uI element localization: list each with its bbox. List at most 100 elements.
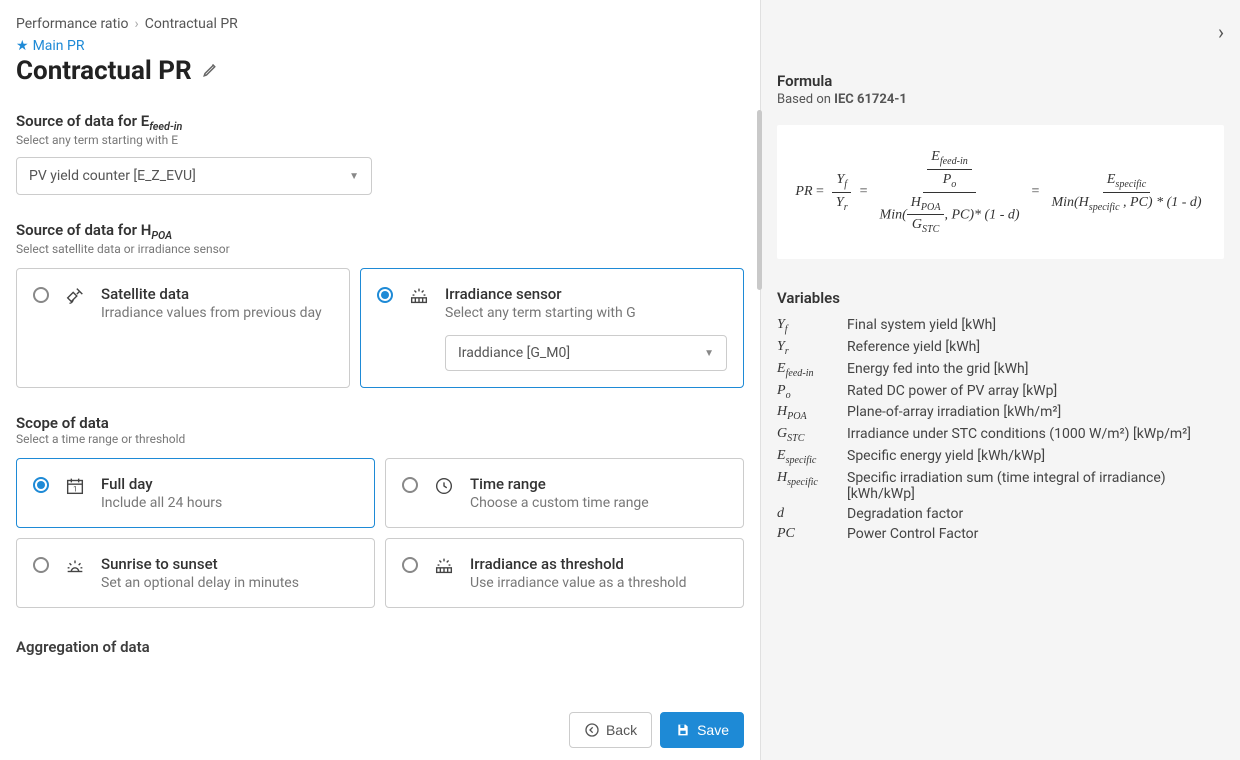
breadcrumb: Performance ratio › Contractual PR (16, 16, 744, 32)
star-icon: ★ (16, 38, 29, 54)
variable-row: EspecificSpecific energy yield [kWh/kWp] (777, 446, 1224, 468)
variable-desc: Reference yield [kWh] (847, 337, 1224, 359)
back-label: Back (606, 722, 637, 738)
irradiance-term-dropdown[interactable]: Iraddiance [G_M0] ▼ (445, 335, 727, 371)
back-arrow-icon (584, 722, 600, 738)
option-title: Full day (101, 475, 358, 493)
irradiance-threshold-icon (432, 555, 456, 577)
satellite-icon (63, 285, 87, 307)
section-hpoa: Source of data for HPOA Select satellite… (16, 221, 744, 388)
option-sunrise-sunset[interactable]: Sunrise to sunset Set an optional delay … (16, 538, 375, 608)
based-on-prefix: Based on (777, 92, 834, 107)
hpoa-label: Source of data for HPOA (16, 221, 744, 242)
variable-desc: Rated DC power of PV array [kWp] (847, 381, 1224, 403)
radio-icon (33, 287, 49, 303)
variable-desc: Specific irradiation sum (time integral … (847, 468, 1224, 504)
breadcrumb-lvl2[interactable]: Contractual PR (145, 16, 238, 32)
efeedin-value: PV yield counter [E_Z_EVU] (29, 168, 196, 184)
variable-row: PoRated DC power of PV array [kWp] (777, 381, 1224, 403)
variable-symbol: PC (777, 524, 847, 544)
irradiance-term-value: Iraddiance [G_M0] (458, 345, 570, 361)
radio-icon (33, 557, 49, 573)
variable-symbol: Efeed-in (777, 359, 847, 381)
section-aggregation-label: Aggregation of data (16, 638, 744, 656)
variable-symbol: Especific (777, 446, 847, 468)
svg-text:1: 1 (73, 485, 77, 494)
hpoa-hint: Select satellite data or irradiance sens… (16, 242, 744, 256)
option-satellite-data[interactable]: Satellite data Irradiance values from pr… (16, 268, 350, 388)
formula-based-on: Based on IEC 61724-1 (777, 92, 1224, 107)
scroll-fade (16, 666, 744, 686)
option-title: Time range (470, 475, 727, 493)
chevron-right-icon[interactable]: › (1218, 20, 1224, 44)
variable-row: HspecificSpecific irradiation sum (time … (777, 468, 1224, 504)
option-sub: Use irradiance value as a threshold (470, 575, 727, 591)
variables-table: YfFinal system yield [kWh]YrReference yi… (777, 315, 1224, 544)
chevron-right-icon: › (135, 16, 139, 32)
variable-symbol: GSTC (777, 424, 847, 446)
radio-icon (377, 287, 393, 303)
variable-desc: Irradiance under STC conditions (1000 W/… (847, 424, 1224, 446)
caret-down-icon: ▼ (704, 348, 714, 359)
variable-symbol: Yf (777, 315, 847, 337)
radio-icon (33, 477, 49, 493)
sunrise-icon (63, 555, 87, 577)
variable-row: YrReference yield [kWh] (777, 337, 1224, 359)
option-time-range[interactable]: Time range Choose a custom time range (385, 458, 744, 528)
variable-row: Efeed-inEnergy fed into the grid [kWh] (777, 359, 1224, 381)
efeedin-label-sub: feed-in (149, 120, 182, 133)
option-title: Sunrise to sunset (101, 555, 358, 573)
variable-row: HPOAPlane-of-array irradiation [kWh/m²] (777, 402, 1224, 424)
formula-display: PR = YfYr = Efeed-inPo Min(HPOAGSTC, PC)… (777, 125, 1224, 259)
scrollbar-thumb[interactable] (757, 110, 762, 290)
variable-symbol: d (777, 504, 847, 524)
option-sub: Select any term starting with G (445, 305, 727, 321)
radio-icon (402, 557, 418, 573)
option-sub: Irradiance values from previous day (101, 305, 333, 321)
option-title: Satellite data (101, 285, 333, 303)
variable-row: GSTCIrradiance under STC conditions (100… (777, 424, 1224, 446)
option-title: Irradiance as threshold (470, 555, 727, 573)
option-sub: Include all 24 hours (101, 495, 358, 511)
main-pr-label: Main PR (33, 38, 85, 54)
variable-row: YfFinal system yield [kWh] (777, 315, 1224, 337)
efeedin-dropdown[interactable]: PV yield counter [E_Z_EVU] ▼ (16, 157, 372, 195)
page-title: Contractual PR (16, 56, 192, 86)
variable-row: dDegradation factor (777, 504, 1224, 524)
variable-symbol: Hspecific (777, 468, 847, 504)
hpoa-label-text: Source of data for H (16, 221, 151, 239)
option-title: Irradiance sensor (445, 285, 727, 303)
option-full-day[interactable]: 1 Full day Include all 24 hours (16, 458, 375, 528)
option-irradiance-threshold[interactable]: Irradiance as threshold Use irradiance v… (385, 538, 744, 608)
save-icon (675, 722, 691, 738)
option-sub: Choose a custom time range (470, 495, 727, 511)
based-on-standard: IEC 61724-1 (834, 92, 907, 107)
variable-desc: Final system yield [kWh] (847, 315, 1224, 337)
main-pr-badge[interactable]: ★ Main PR (16, 38, 744, 54)
calendar-day-icon: 1 (63, 475, 87, 497)
variable-desc: Specific energy yield [kWh/kWp] (847, 446, 1224, 468)
irradiance-sensor-icon (407, 285, 431, 307)
efeedin-label-text: Source of data for E (16, 112, 149, 130)
section-efeedin: Source of data for Efeed-in Select any t… (16, 112, 744, 195)
back-button[interactable]: Back (569, 712, 652, 748)
variable-symbol: Yr (777, 337, 847, 359)
radio-icon (402, 477, 418, 493)
section-scope: Scope of data Select a time range or thr… (16, 414, 744, 608)
variable-desc: Degradation factor (847, 504, 1224, 524)
variable-desc: Plane-of-array irradiation [kWh/m²] (847, 402, 1224, 424)
efeedin-hint: Select any term starting with E (16, 133, 744, 147)
caret-down-icon: ▼ (349, 171, 359, 182)
option-sub: Set an optional delay in minutes (101, 575, 358, 591)
option-irradiance-sensor[interactable]: Irradiance sensor Select any term starti… (360, 268, 744, 388)
edit-icon[interactable] (202, 60, 220, 82)
breadcrumb-lvl1[interactable]: Performance ratio (16, 16, 129, 32)
efeedin-label: Source of data for Efeed-in (16, 112, 744, 133)
hpoa-label-sub: POA (151, 229, 172, 242)
scope-hint: Select a time range or threshold (16, 432, 744, 446)
save-label: Save (697, 722, 729, 738)
save-button[interactable]: Save (660, 712, 744, 748)
clock-icon (432, 475, 456, 497)
variable-desc: Power Control Factor (847, 524, 1224, 544)
formula-title: Formula (777, 72, 1224, 90)
